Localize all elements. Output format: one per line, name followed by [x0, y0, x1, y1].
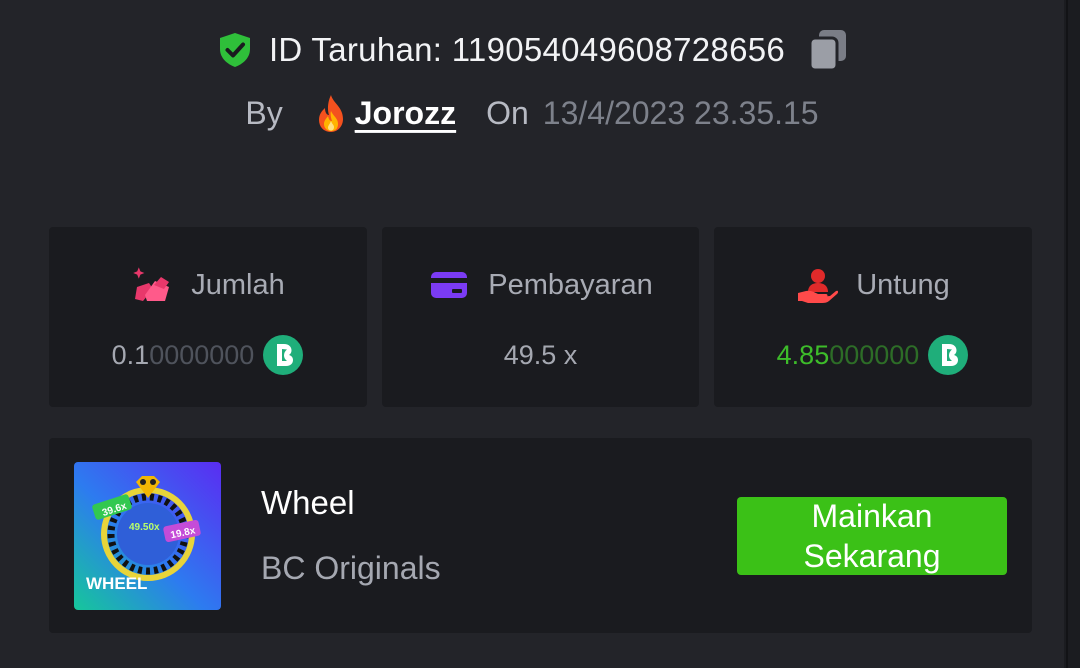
payout-card: Pembayaran 49.5 x [382, 227, 699, 407]
amount-value-dim: 0000000 [149, 339, 255, 370]
copy-icon[interactable] [807, 27, 849, 73]
on-label: On [486, 94, 529, 131]
bet-author-row: By Jorozz On 13/4/2023 23.35.15 [0, 90, 1064, 136]
profit-value-main: 4.85 [776, 339, 830, 370]
profit-value: 4.85000000 [714, 335, 1032, 375]
amount-value-main: 0.1 [111, 339, 150, 370]
amount-value: 0.10000000 [49, 335, 367, 375]
bet-datetime: 13/4/2023 23.35.15 [542, 94, 819, 131]
play-now-button[interactable]: Mainkan Sekarang [737, 497, 1007, 575]
profit-value-dim: 000000 [829, 339, 920, 370]
profit-card: Untung 4.85000000 [714, 227, 1032, 407]
payout-value: 49.5 x [382, 335, 699, 375]
amount-label: Jumlah [191, 268, 285, 301]
username[interactable]: Jorozz [355, 95, 456, 132]
profit-label: Untung [856, 268, 950, 301]
game-provider: BC Originals [261, 550, 441, 586]
payout-multiplier: 49.5 x [503, 339, 578, 370]
bet-id-text: ID Taruhan: 119054049608728656 [268, 31, 786, 68]
bc-coin-icon [262, 334, 304, 376]
thumbnail-title: WHEEL [86, 574, 147, 593]
credit-card-icon [428, 265, 470, 305]
user-link[interactable]: Jorozz [313, 93, 456, 133]
thumb-multiplier-2: 49.50x [129, 522, 160, 533]
bc-coin-icon [927, 334, 969, 376]
bet-id-row: ID Taruhan: 119054049608728656 [0, 26, 1064, 74]
game-panel: 39.6x 49.50x 19.8x WHEEL Wheel BC Origin… [49, 438, 1032, 633]
payout-label: Pembayaran [488, 268, 653, 301]
profit-hand-icon [796, 265, 839, 305]
amount-card: Jumlah 0.10000000 [49, 227, 367, 407]
game-name[interactable]: Wheel [261, 484, 355, 522]
bet-amount-icon [131, 265, 173, 305]
by-label: By [245, 94, 283, 131]
play-now-label: Mainkan Sekarang [803, 498, 941, 574]
fire-icon [313, 93, 349, 133]
shield-check-icon [215, 30, 255, 70]
divider [1066, 0, 1068, 668]
game-thumbnail[interactable]: 39.6x 49.50x 19.8x WHEEL [74, 462, 221, 610]
